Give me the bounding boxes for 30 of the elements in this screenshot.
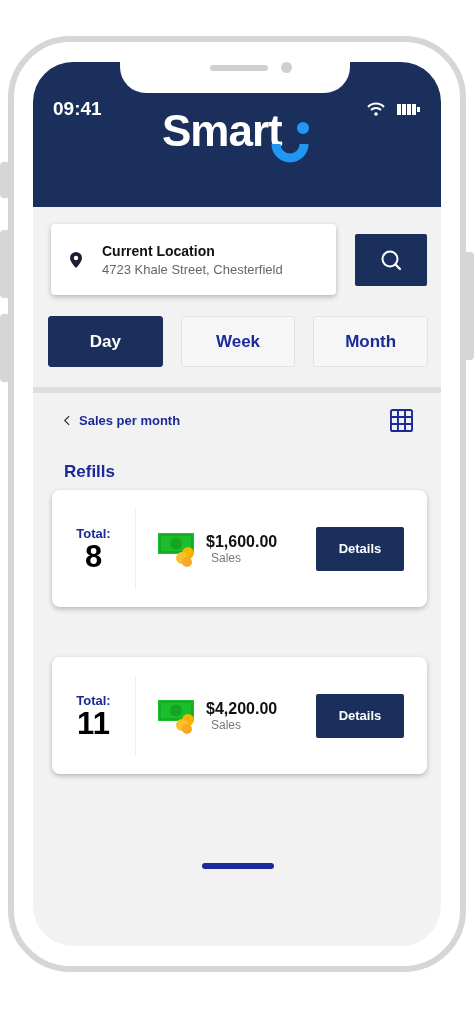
period-tab[interactable]: Day [48, 316, 163, 367]
total-value: 11 [77, 707, 110, 739]
search-icon [380, 248, 402, 271]
details-button[interactable]: Details [316, 693, 404, 738]
section-title: Refills [63, 461, 116, 482]
sales-amount: $1,600.00 [206, 532, 279, 551]
grid-icon[interactable] [390, 409, 413, 432]
app-logo: Smart [162, 106, 282, 156]
total-label: Total: [76, 525, 111, 541]
camera-dot [281, 62, 292, 73]
battery-icon [397, 103, 421, 115]
search-button[interactable] [355, 233, 427, 286]
location-pin-icon [70, 251, 82, 268]
period-tab[interactable]: Month [313, 316, 428, 367]
total-label: Total: [76, 692, 111, 708]
status-time: 09:41 [53, 98, 102, 120]
location-label: Current Location [102, 242, 216, 259]
sales-label: Sales [211, 717, 242, 732]
location-card[interactable]: Current Location 4723 Khale Street, Chesterfield [51, 224, 336, 295]
location-address: 4723 Khale Street, Chesterfield [102, 261, 283, 277]
speaker-grille [210, 65, 268, 71]
total-value: 8 [84, 540, 103, 572]
sales-label: Sales [211, 550, 242, 565]
chevron-left-icon [63, 415, 70, 426]
home-indicator [202, 863, 274, 869]
period-tab[interactable]: Week [180, 316, 296, 367]
back-link[interactable]: Sales per month [63, 413, 181, 428]
sales-amount: $4,200.00 [206, 699, 279, 718]
wifi-icon [367, 102, 385, 116]
details-button[interactable]: Details [316, 526, 404, 571]
